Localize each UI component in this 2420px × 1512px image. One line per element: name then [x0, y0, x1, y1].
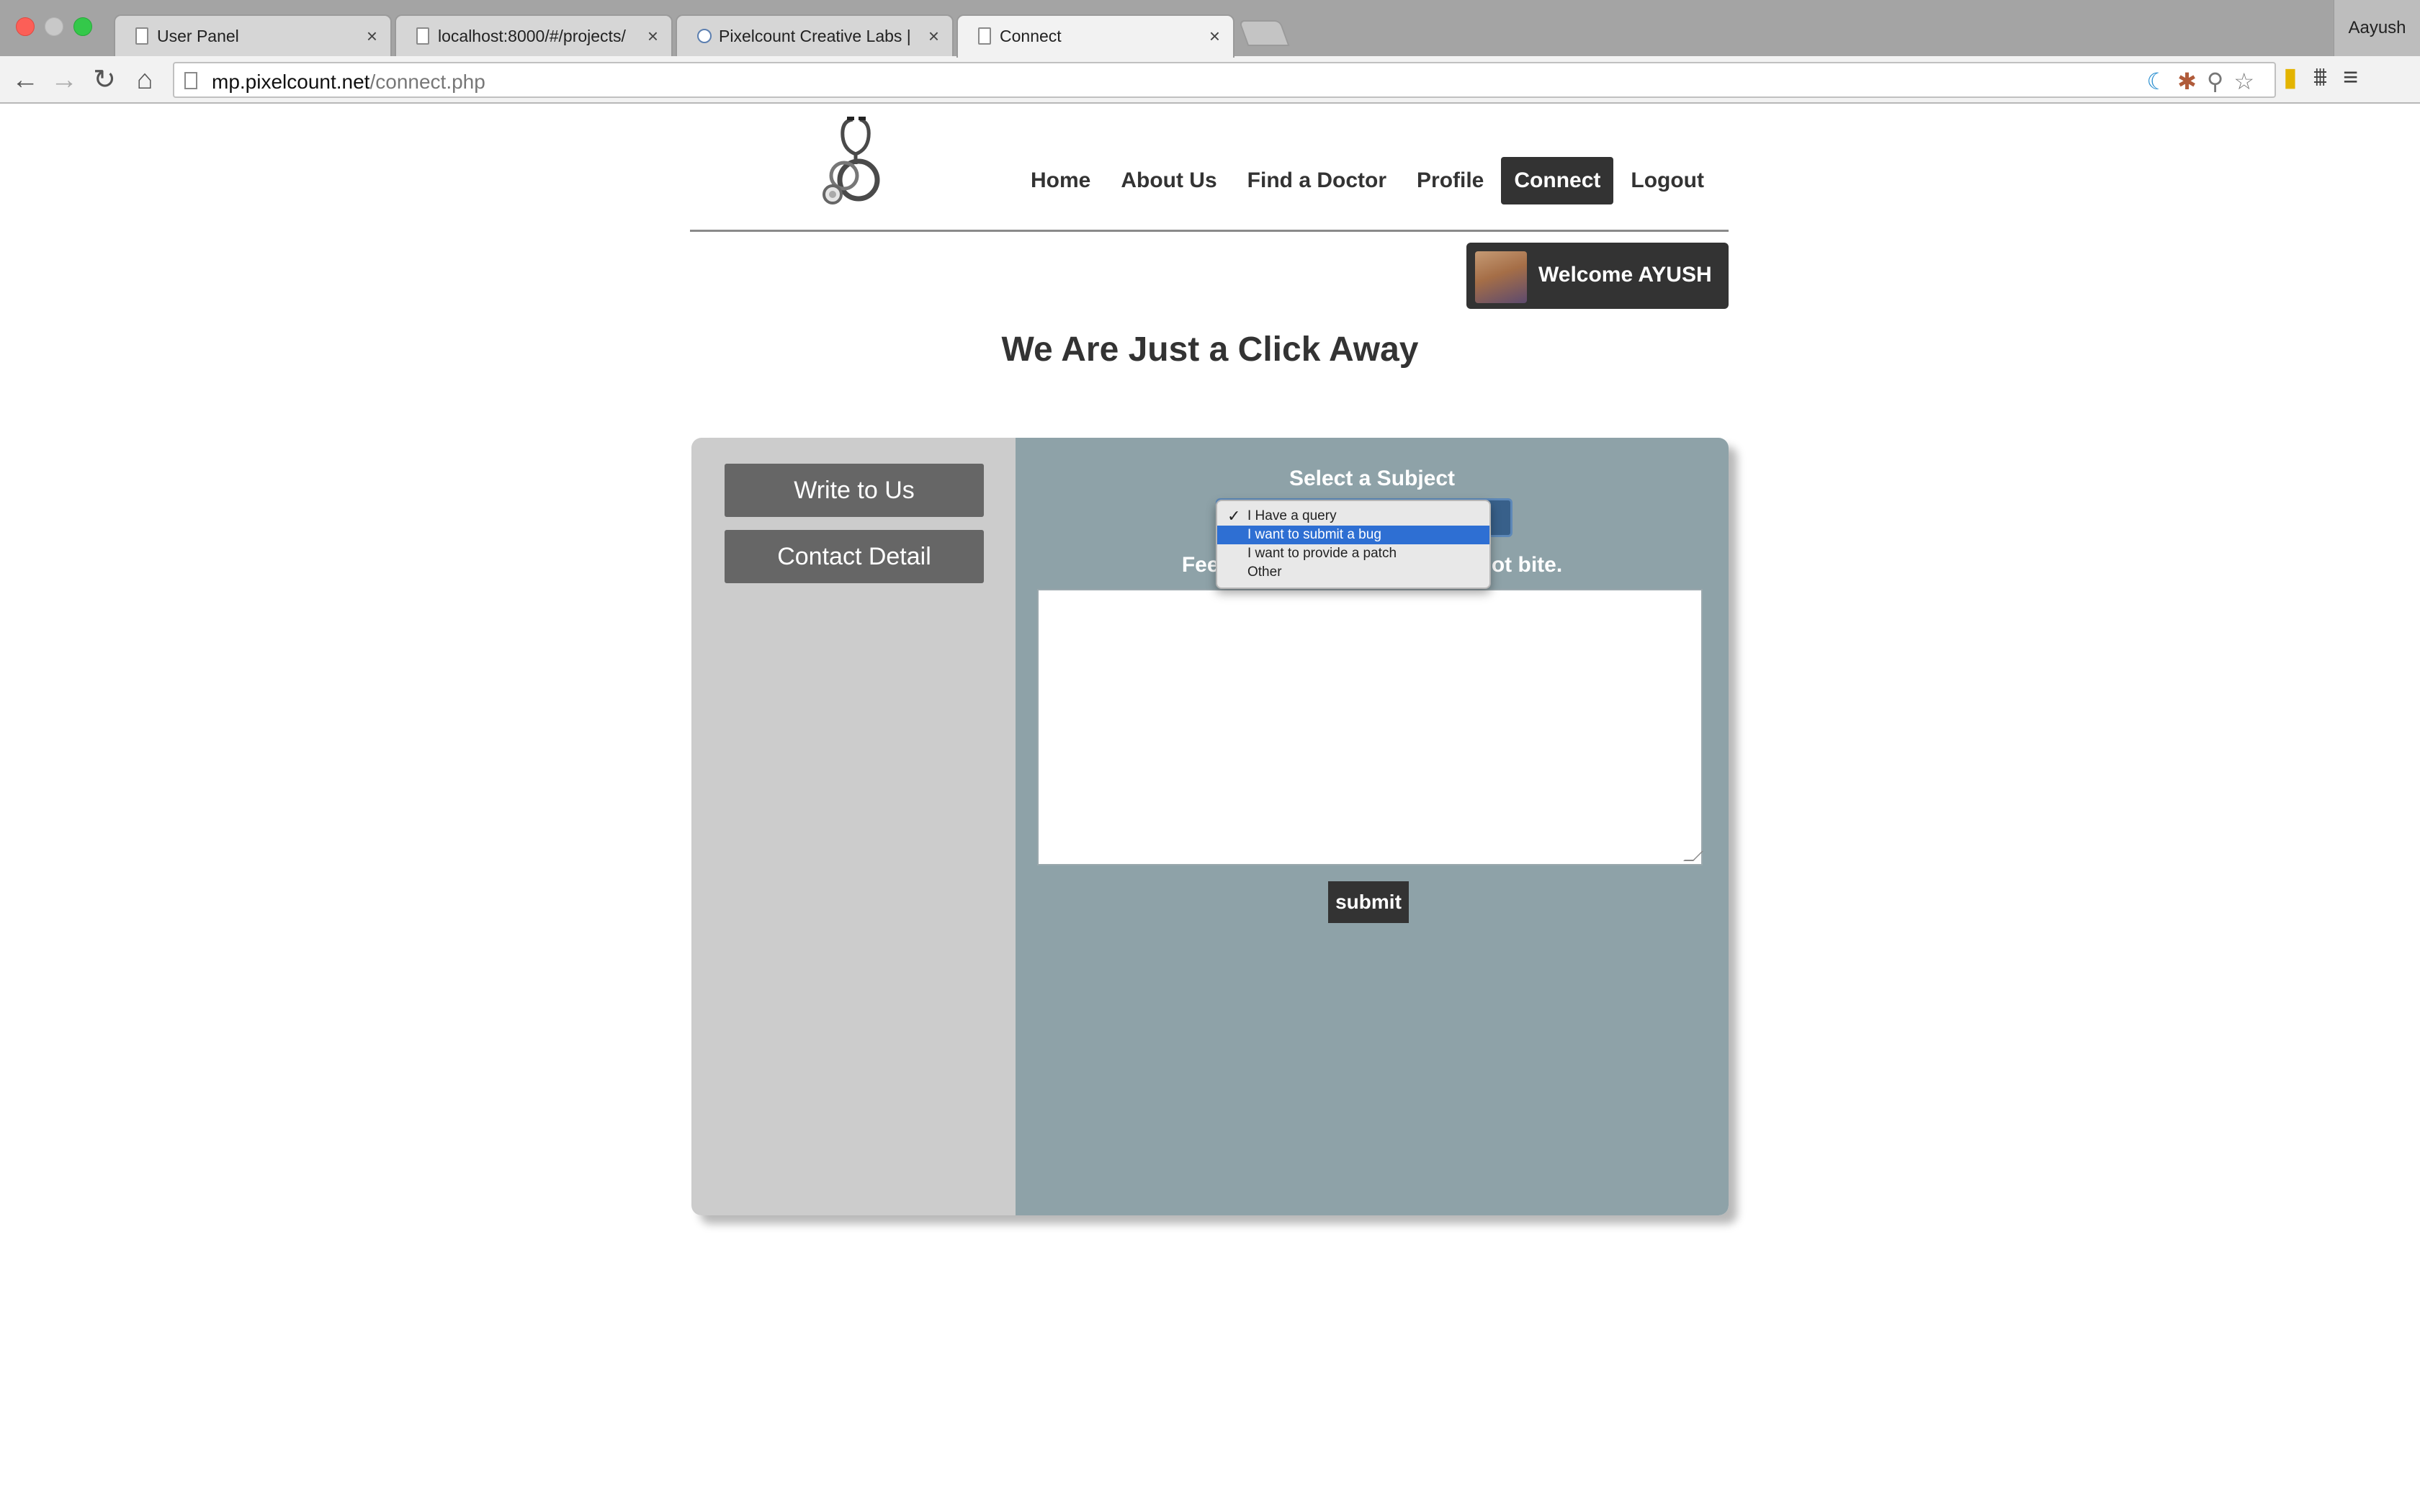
nav-about-us[interactable]: About Us: [1108, 157, 1229, 204]
subject-option-bug[interactable]: I want to submit a bug: [1217, 526, 1489, 544]
page-icon: [978, 27, 991, 45]
checkmark-icon: ✓: [1227, 507, 1241, 525]
site-favicon-icon: [697, 29, 712, 43]
tab-title: Connect: [1000, 27, 1062, 45]
submit-button[interactable]: submit: [1328, 881, 1409, 923]
omnibox-actions: ☾✱⚲☆: [2146, 68, 2264, 95]
bookmark-star-icon[interactable]: ☆: [2233, 68, 2264, 94]
subject-option-other[interactable]: Other: [1217, 563, 1489, 582]
browser-tab-strip: User Panel × localhost:8000/#/projects/ …: [0, 0, 2420, 58]
option-label: I want to provide a patch: [1247, 546, 1397, 561]
extension-icons: ▮⩩≡: [2283, 62, 2374, 93]
browser-menu-icon[interactable]: ≡: [2343, 62, 2374, 91]
close-icon[interactable]: ×: [928, 25, 939, 48]
subject-option-patch[interactable]: I want to provide a patch: [1217, 544, 1489, 563]
stethoscope-logo-icon[interactable]: [815, 114, 895, 207]
close-window-button[interactable]: [16, 17, 35, 36]
tab-title: User Panel: [157, 27, 239, 45]
browser-tab-localhost[interactable]: localhost:8000/#/projects/ ×: [395, 14, 673, 56]
site-header: Home About Us Find a Doctor Profile Conn…: [690, 104, 1729, 232]
welcome-badge[interactable]: Welcome AYUSH: [1466, 243, 1729, 309]
subject-dropdown-menu: ✓ I Have a query I want to submit a bug I…: [1216, 500, 1491, 589]
tab-title: localhost:8000/#/projects/: [438, 27, 626, 45]
nav-find-a-doctor[interactable]: Find a Doctor: [1234, 157, 1399, 204]
browser-tab-user-panel[interactable]: User Panel ×: [114, 14, 392, 56]
browser-profile-button[interactable]: Aayush: [2334, 0, 2420, 56]
url-host: mp.pixelcount.net: [212, 71, 370, 93]
extension-icon[interactable]: ▮: [2283, 62, 2313, 91]
connect-sidebar: Write to Us Contact Detail: [691, 438, 1016, 1215]
connect-panel: Write to Us Contact Detail Select a Subj…: [691, 438, 1729, 1215]
avatar: [1475, 251, 1527, 303]
back-arrow-icon[interactable]: ←: [9, 63, 42, 96]
option-label: I want to submit a bug: [1247, 527, 1381, 542]
zoom-icon[interactable]: ⚲: [2207, 68, 2233, 94]
main-navigation: Home About Us Find a Doctor Profile Conn…: [1018, 157, 1717, 204]
page-icon: [416, 27, 429, 45]
extension-icon[interactable]: ⩩: [2313, 62, 2343, 91]
welcome-text: Welcome AYUSH: [1538, 263, 1712, 287]
option-label: I Have a query: [1247, 508, 1337, 523]
web-page: Home About Us Find a Doctor Profile Conn…: [0, 104, 2420, 1512]
url-text: mp.pixelcount.net/connect.php: [212, 71, 485, 94]
nav-connect[interactable]: Connect: [1501, 157, 1614, 204]
home-icon[interactable]: ⌂: [128, 63, 161, 96]
bug-extension-icon[interactable]: ✱: [2177, 68, 2207, 94]
tab-title: Pixelcount Creative Labs |: [719, 27, 911, 45]
crescent-extension-icon[interactable]: ☾: [2146, 68, 2177, 94]
write-to-us-button[interactable]: Write to Us: [725, 464, 984, 517]
new-tab-button[interactable]: [1238, 20, 1290, 46]
close-icon[interactable]: ×: [367, 25, 377, 48]
minimize-window-button[interactable]: [45, 17, 63, 36]
contact-detail-button[interactable]: Contact Detail: [725, 530, 984, 583]
close-icon[interactable]: ×: [1209, 25, 1220, 48]
address-bar[interactable]: mp.pixelcount.net/connect.php ☾✱⚲☆: [173, 62, 2276, 98]
reload-icon[interactable]: ↻: [88, 63, 121, 96]
message-textarea[interactable]: [1037, 589, 1703, 865]
nav-logout[interactable]: Logout: [1618, 157, 1717, 204]
nav-profile[interactable]: Profile: [1404, 157, 1497, 204]
maximize-window-button[interactable]: [73, 17, 92, 36]
page-icon: [135, 27, 148, 45]
option-label: Other: [1247, 564, 1282, 580]
url-path: /connect.php: [369, 71, 485, 93]
form-hint-right: ot bite.: [1491, 553, 1563, 577]
resize-grip-icon[interactable]: [1683, 851, 1703, 861]
page-icon: [184, 72, 197, 89]
subject-label: Select a Subject: [1289, 467, 1456, 490]
browser-toolbar: ← → ↻ ⌂ mp.pixelcount.net/connect.php ☾✱…: [0, 56, 2420, 104]
page-title: We Are Just a Click Away: [1001, 330, 1419, 369]
browser-tab-connect[interactable]: Connect ×: [956, 14, 1234, 58]
forward-arrow-icon[interactable]: →: [48, 63, 81, 96]
subject-option-query[interactable]: ✓ I Have a query: [1217, 507, 1489, 526]
browser-tab-pixelcount[interactable]: Pixelcount Creative Labs | ×: [676, 14, 954, 56]
nav-home[interactable]: Home: [1018, 157, 1103, 204]
close-icon[interactable]: ×: [647, 25, 658, 48]
